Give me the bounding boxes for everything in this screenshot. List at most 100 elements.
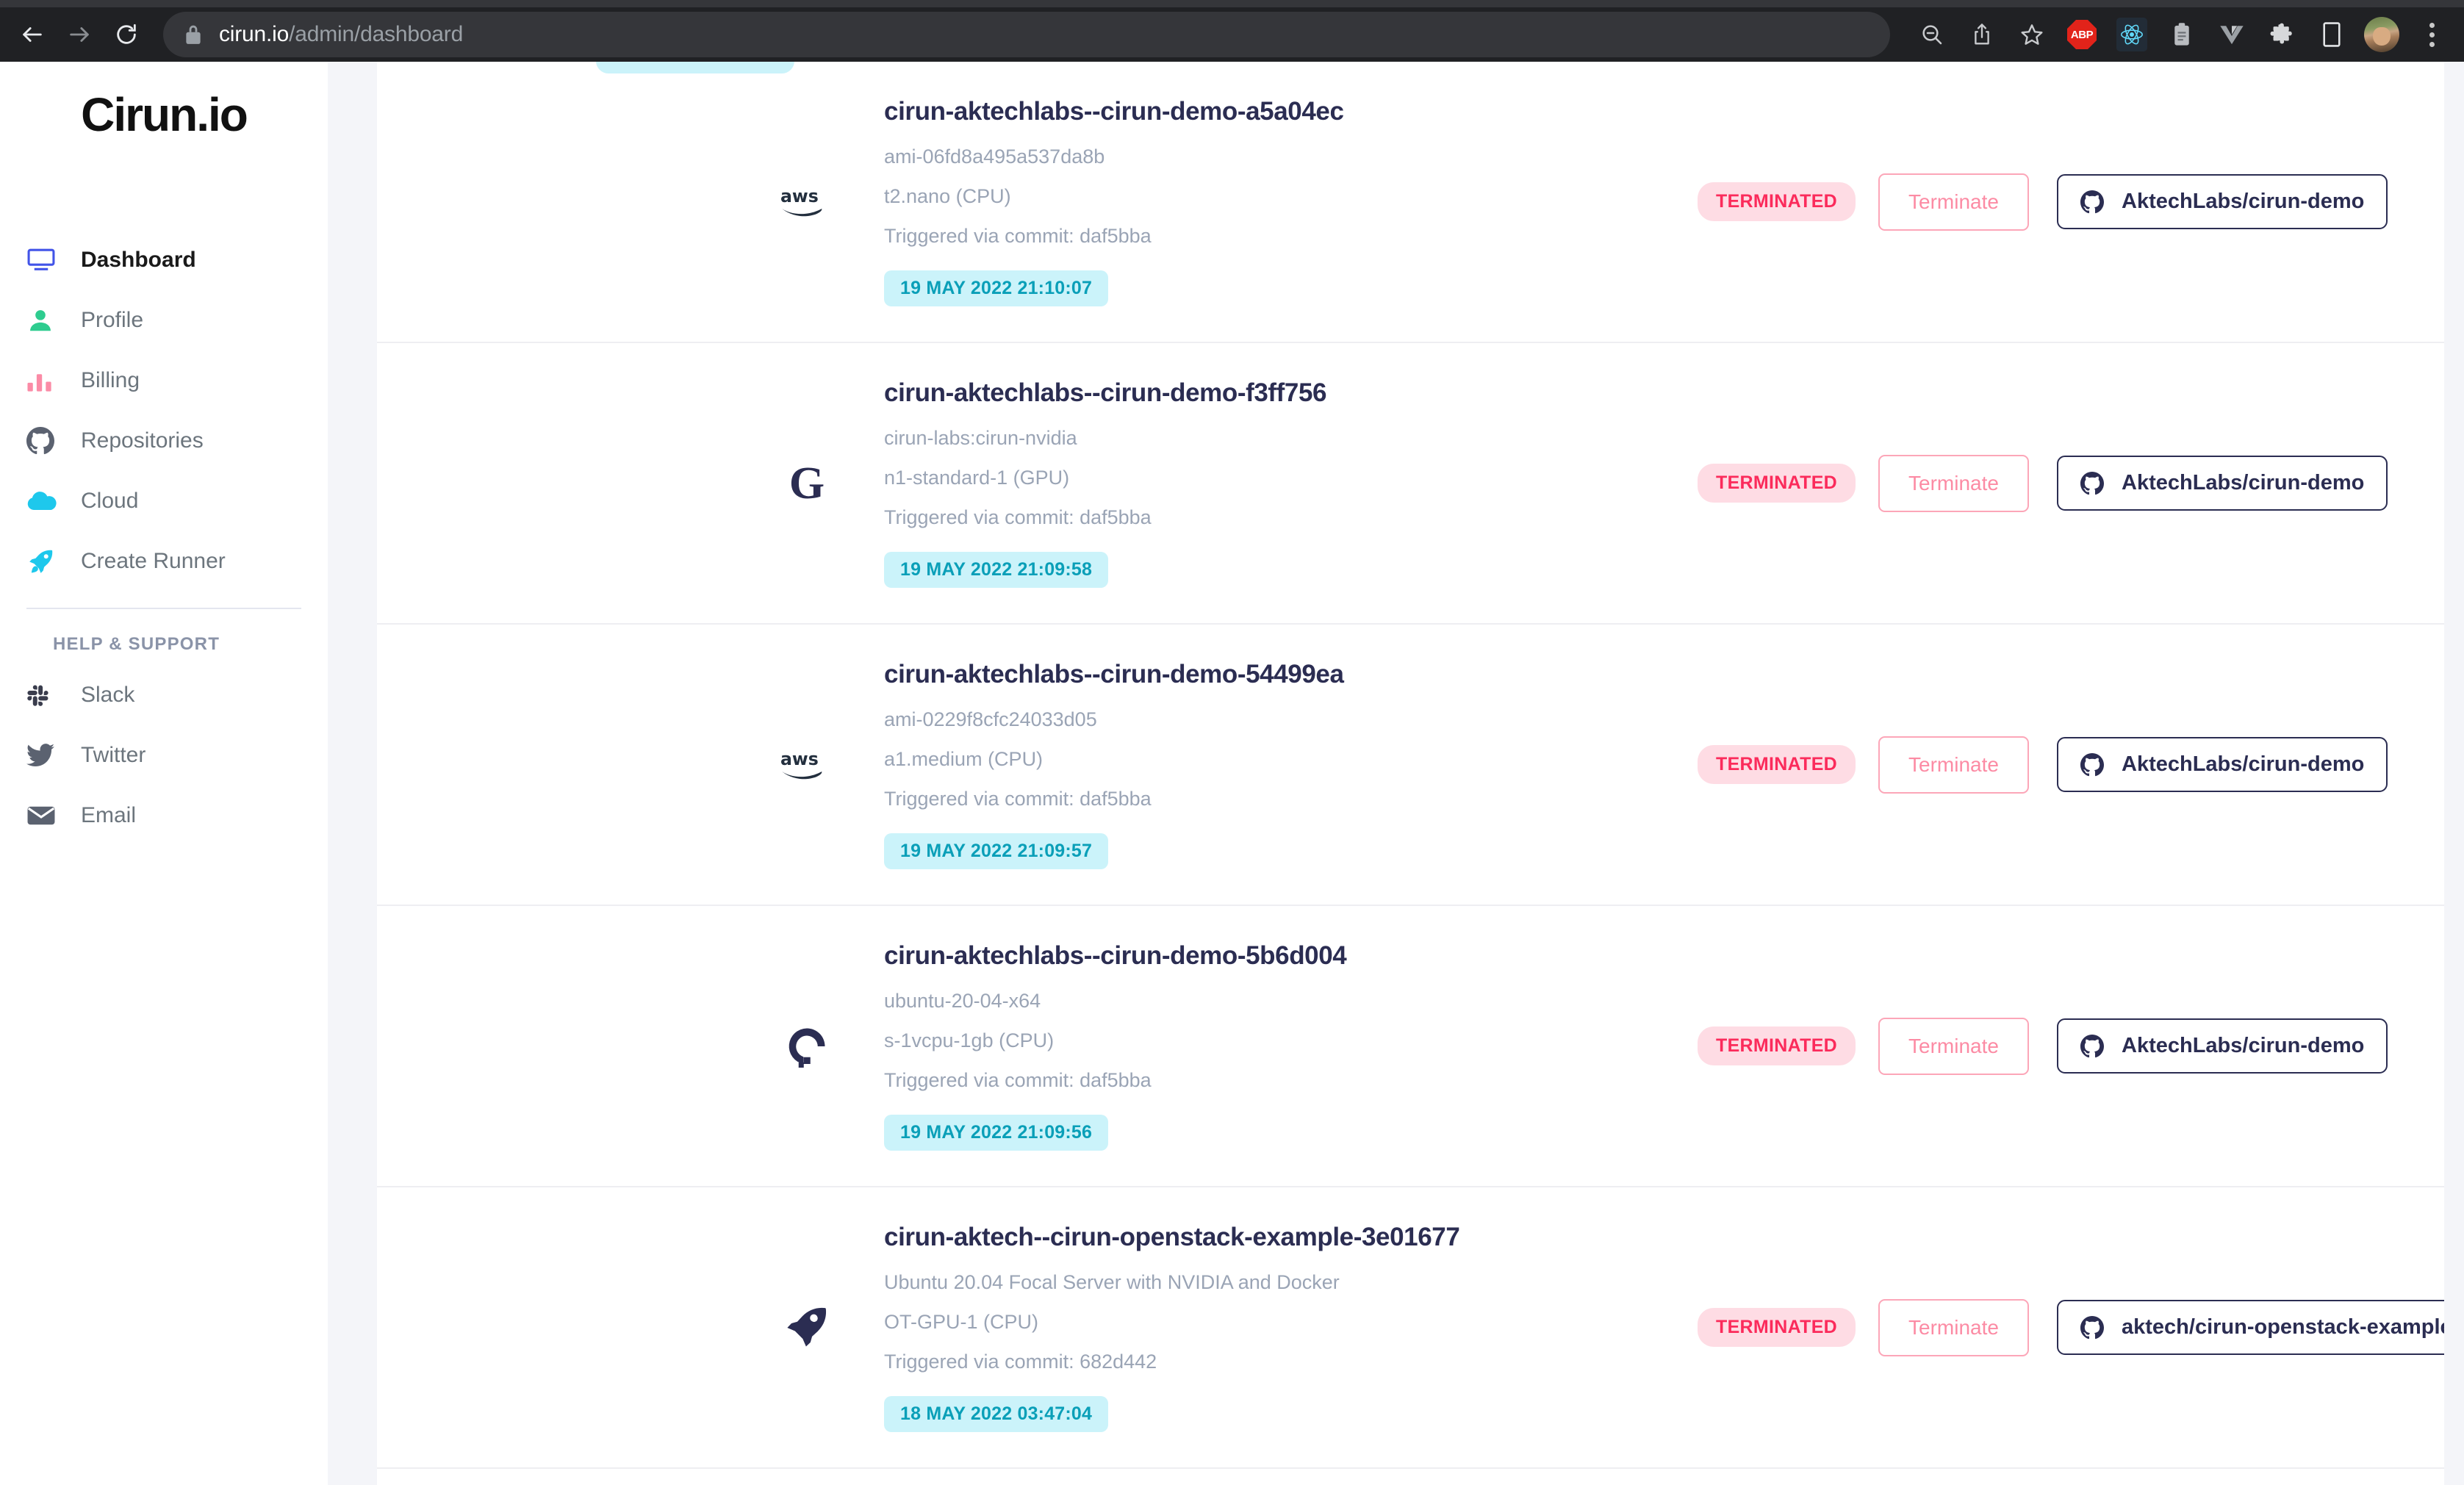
sidebar-item-profile[interactable]: Profile <box>26 290 301 350</box>
runner-image: cirun-labs:cirun-nvidia <box>884 427 1077 449</box>
repo-name: AktechLabs/cirun-demo <box>2122 752 2365 776</box>
slack-icon <box>26 683 68 708</box>
chrome-menu-icon[interactable] <box>2410 13 2453 56</box>
status-badge: TERMINATED <box>1698 745 1856 784</box>
repo-name: AktechLabs/cirun-demo <box>2122 1034 2365 1057</box>
runner-timestamp: 19 MAY 2022 21:10:07 <box>884 270 1109 306</box>
clipboard-extension-icon[interactable] <box>2161 13 2203 56</box>
sidebar-item-cloud[interactable]: Cloud <box>26 471 301 531</box>
person-icon <box>26 306 68 334</box>
github-icon <box>2080 1034 2104 1058</box>
github-icon <box>2080 190 2104 214</box>
sidebar-item-twitter[interactable]: Twitter <box>26 725 301 785</box>
runner-details: G cirun-aktechlabs--cirun-demo-f3ff756 c… <box>377 343 1582 623</box>
digitalocean-logo-icon <box>774 1013 840 1079</box>
runner-commit: Triggered via commit: daf5bba <box>884 506 1152 528</box>
terminate-button[interactable]: Terminate <box>1878 736 2029 794</box>
runner-commit: Triggered via commit: daf5bba <box>884 225 1152 247</box>
reload-icon[interactable] <box>103 11 150 58</box>
status-badge: TERMINATED <box>1698 1308 1856 1347</box>
terminate-button[interactable]: Terminate <box>1878 173 2029 231</box>
lock-icon <box>184 24 203 46</box>
runner-title: cirun-aktechlabs--cirun-demo-5b6d004 <box>884 941 1347 970</box>
runner-actions: TERMINATED Terminate AktechLabs/cirun-de… <box>1582 906 2444 1186</box>
repo-link-button[interactable]: AktechLabs/cirun-demo <box>2057 1018 2388 1074</box>
runner-timestamp: 18 MAY 2022 03:47:04 <box>884 1396 1109 1432</box>
share-icon[interactable] <box>1961 13 2003 56</box>
runner-machine-type: OT-GPU-1 (CPU) <box>884 1311 1039 1333</box>
sidebar-item-label: Repositories <box>81 428 204 453</box>
sidebar-section-title: HELP & SUPPORT <box>53 634 220 654</box>
aws-logo-icon: aws <box>774 732 840 798</box>
runner-machine-type: a1.medium (CPU) <box>884 748 1044 770</box>
sidebar-item-label: Twitter <box>81 743 146 767</box>
profile-avatar[interactable] <box>2360 13 2403 56</box>
runner-row: cirun-aktech--cirun-openstack-example-3e… <box>377 1187 2464 1469</box>
runner-commit: Triggered via commit: daf5bba <box>884 1069 1152 1091</box>
back-arrow-icon[interactable] <box>9 11 56 58</box>
runner-machine-type: n1-standard-1 (GPU) <box>884 467 1070 489</box>
repo-name: AktechLabs/cirun-demo <box>2122 471 2365 495</box>
sidebar-item-create-runner[interactable]: Create Runner <box>26 531 301 592</box>
terminate-button[interactable]: Terminate <box>1878 1298 2029 1356</box>
url-host: cirun.io <box>219 22 290 46</box>
sidebar-item-email[interactable]: Email <box>26 785 301 846</box>
adblock-plus-extension-icon[interactable]: ABP <box>2061 13 2103 56</box>
runner-machine-type: t2.nano (CPU) <box>884 185 1011 207</box>
repo-name: aktech/cirun-openstack-example <box>2122 1315 2452 1339</box>
runners-list: aws cirun-aktechlabs--cirun-demo-a5a04ec… <box>377 62 2464 1485</box>
repo-link-button[interactable]: AktechLabs/cirun-demo <box>2057 737 2388 792</box>
sidebar-item-label: Billing <box>81 368 140 392</box>
runner-image: ubuntu-20-04-x64 <box>884 990 1041 1012</box>
sidebar-item-dashboard[interactable]: Dashboard <box>26 230 301 290</box>
repo-link-button[interactable]: AktechLabs/cirun-demo <box>2057 456 2388 511</box>
app-logo[interactable]: Cirun.io <box>0 87 328 142</box>
runner-row-partial: cirun-aktechlabs--cirun-demo-... <box>884 1469 2444 1485</box>
terminate-button[interactable]: Terminate <box>1878 454 2029 512</box>
repo-link-button[interactable]: AktechLabs/cirun-demo <box>2057 174 2388 229</box>
runner-commit: Triggered via commit: 682d442 <box>884 1351 1157 1373</box>
svg-text:aws: aws <box>780 186 819 206</box>
sidebar-item-label: Profile <box>81 308 144 332</box>
status-badge: TERMINATED <box>1698 182 1856 221</box>
sidebar: Cirun.io Dashboard Profile Billing Repos… <box>0 62 328 1485</box>
browser-toolbar-icons: ABP <box>1907 13 2464 56</box>
status-badge: TERMINATED <box>1698 1026 1856 1065</box>
github-icon <box>2080 1315 2104 1340</box>
url-path: /admin/dashboard <box>289 22 464 46</box>
address-bar[interactable]: cirun.io/admin/dashboard <box>163 12 1890 57</box>
sidebar-item-repositories[interactable]: Repositories <box>26 411 301 471</box>
runner-timestamp: 19 MAY 2022 21:09:58 <box>884 552 1109 588</box>
zoom-out-icon[interactable] <box>1911 13 1953 56</box>
runner-row: aws cirun-aktechlabs--cirun-demo-a5a04ec… <box>377 62 2444 343</box>
sidebar-item-label: Cloud <box>81 489 139 513</box>
bookmark-star-icon[interactable] <box>2011 13 2053 56</box>
runner-title: cirun-aktechlabs--cirun-demo-f3ff756 <box>884 378 1327 407</box>
bar-chart-icon <box>26 368 68 393</box>
extensions-puzzle-icon[interactable] <box>2260 13 2303 56</box>
runner-actions: TERMINATED Terminate AktechLabs/cirun-de… <box>1582 343 2444 623</box>
runner-image: Ubuntu 20.04 Focal Server with NVIDIA an… <box>884 1271 1340 1293</box>
rocket-icon <box>26 547 68 575</box>
github-icon <box>2080 471 2104 495</box>
forward-arrow-icon[interactable] <box>56 11 103 58</box>
react-devtools-extension-icon[interactable] <box>2111 13 2153 56</box>
runner-timestamp: 19 MAY 2022 21:09:57 <box>884 833 1109 869</box>
runner-row: cirun-aktechlabs--cirun-demo-5b6d004 ubu… <box>377 906 2444 1187</box>
runner-title: cirun-aktechlabs--cirun-demo-a5a04ec <box>884 97 1344 126</box>
svg-text:aws: aws <box>780 749 819 769</box>
vue-devtools-extension-icon[interactable] <box>2210 13 2253 56</box>
terminate-button[interactable]: Terminate <box>1878 1017 2029 1075</box>
page-right-gutter <box>2444 62 2464 1485</box>
sidebar-item-slack[interactable]: Slack <box>26 665 301 725</box>
device-toolbar-icon[interactable] <box>2310 13 2353 56</box>
sidebar-item-label: Email <box>81 803 137 827</box>
adblock-plus-badge: ABP <box>2067 20 2097 49</box>
sidebar-item-billing[interactable]: Billing <box>26 350 301 411</box>
twitter-icon <box>26 744 68 767</box>
sidebar-item-label: Dashboard <box>81 248 196 272</box>
openstack-rocket-logo-icon <box>774 1295 840 1361</box>
repo-link-button[interactable]: aktech/cirun-openstack-example <box>2057 1300 2464 1355</box>
address-bar-url: cirun.io/admin/dashboard <box>219 22 463 47</box>
sidebar-nav: Dashboard Profile Billing Repositories C… <box>0 230 328 592</box>
